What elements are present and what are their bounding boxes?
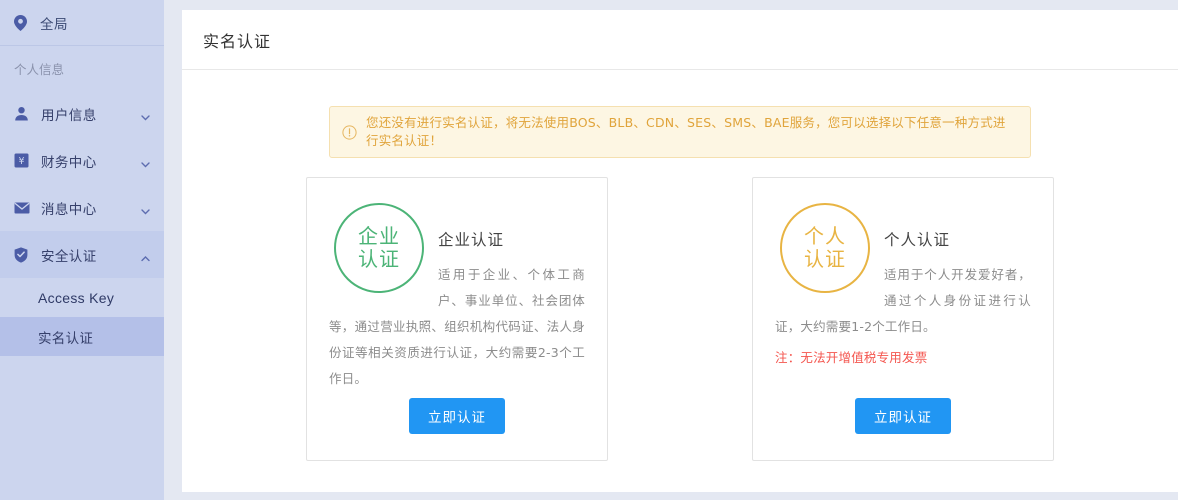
sidebar-item-label: 安全认证 xyxy=(41,245,140,265)
badge-line-1: 企业 xyxy=(358,225,400,248)
chevron-up-icon xyxy=(140,249,151,260)
personal-verify-button[interactable]: 立即认证 xyxy=(855,398,951,434)
auth-cards: 企业 认证 企业认证 适用于企业、个体工商户、事业单位、社会团体等，通过营业执照… xyxy=(182,177,1178,461)
sidebar-section-title: 个人信息 xyxy=(0,46,164,90)
location-pin-icon xyxy=(14,15,34,31)
alert-wrapper: 您还没有进行实名认证，将无法使用BOS、BLB、CDN、SES、SMS、BAE服… xyxy=(182,106,1178,158)
page-root: 全局 个人信息 用户信息 ¥ 财务中心 xyxy=(0,0,1178,500)
badge-line-1: 个人 xyxy=(804,225,846,248)
personal-badge: 个人 认证 xyxy=(780,203,870,293)
region-selector[interactable]: 全局 xyxy=(0,0,164,46)
sidebar-item-label: 消息中心 xyxy=(41,198,140,218)
sidebar-item-security-auth[interactable]: 安全认证 xyxy=(0,231,164,278)
sidebar-item-message-center[interactable]: 消息中心 xyxy=(0,184,164,231)
panel-body: 您还没有进行实名认证，将无法使用BOS、BLB、CDN、SES、SMS、BAE服… xyxy=(182,70,1178,461)
personal-card-note: 注：无法开增值税专用发票 xyxy=(775,346,1031,370)
mail-icon xyxy=(14,202,36,214)
sidebar-subitem-access-key[interactable]: Access Key xyxy=(0,278,164,317)
enterprise-verify-button[interactable]: 立即认证 xyxy=(409,398,505,434)
content-panel: 实名认证 您还没有进行实名认证，将无法使用BOS、BLB、CDN、SES、SMS… xyxy=(182,10,1178,492)
warning-banner-text: 您还没有进行实名认证，将无法使用BOS、BLB、CDN、SES、SMS、BAE服… xyxy=(366,114,1018,150)
enterprise-badge: 企业 认证 xyxy=(334,203,424,293)
chevron-down-icon xyxy=(140,202,151,213)
exclamation-circle-icon xyxy=(342,125,357,140)
chevron-down-icon xyxy=(140,108,151,119)
enterprise-auth-card: 企业 认证 企业认证 适用于企业、个体工商户、事业单位、社会团体等，通过营业执照… xyxy=(306,177,608,461)
finance-icon: ¥ xyxy=(14,153,36,168)
sidebar-item-finance-center[interactable]: ¥ 财务中心 xyxy=(0,137,164,184)
svg-text:¥: ¥ xyxy=(18,156,24,167)
region-label: 全局 xyxy=(40,13,68,33)
badge-line-2: 认证 xyxy=(804,248,846,271)
sidebar-item-label: 财务中心 xyxy=(41,151,140,171)
enterprise-button-wrap: 立即认证 xyxy=(307,398,607,434)
user-icon xyxy=(14,106,36,121)
panel-header: 实名认证 xyxy=(182,10,1178,70)
sidebar-item-user-info[interactable]: 用户信息 xyxy=(0,90,164,137)
page-title: 实名认证 xyxy=(203,28,271,52)
personal-button-wrap: 立即认证 xyxy=(753,398,1053,434)
sidebar-item-label: 用户信息 xyxy=(41,104,140,124)
sidebar: 全局 个人信息 用户信息 ¥ 财务中心 xyxy=(0,0,164,500)
shield-icon xyxy=(14,247,36,263)
main-area: 实名认证 您还没有进行实名认证，将无法使用BOS、BLB、CDN、SES、SMS… xyxy=(164,0,1178,500)
badge-line-2: 认证 xyxy=(358,248,400,271)
personal-auth-card: 个人 认证 个人认证 适用于个人开发爱好者，通过个人身份证进行认证，大约需要1-… xyxy=(752,177,1054,461)
chevron-down-icon xyxy=(140,155,151,166)
sidebar-subitem-real-name-auth[interactable]: 实名认证 xyxy=(0,317,164,356)
warning-banner: 您还没有进行实名认证，将无法使用BOS、BLB、CDN、SES、SMS、BAE服… xyxy=(329,106,1031,158)
